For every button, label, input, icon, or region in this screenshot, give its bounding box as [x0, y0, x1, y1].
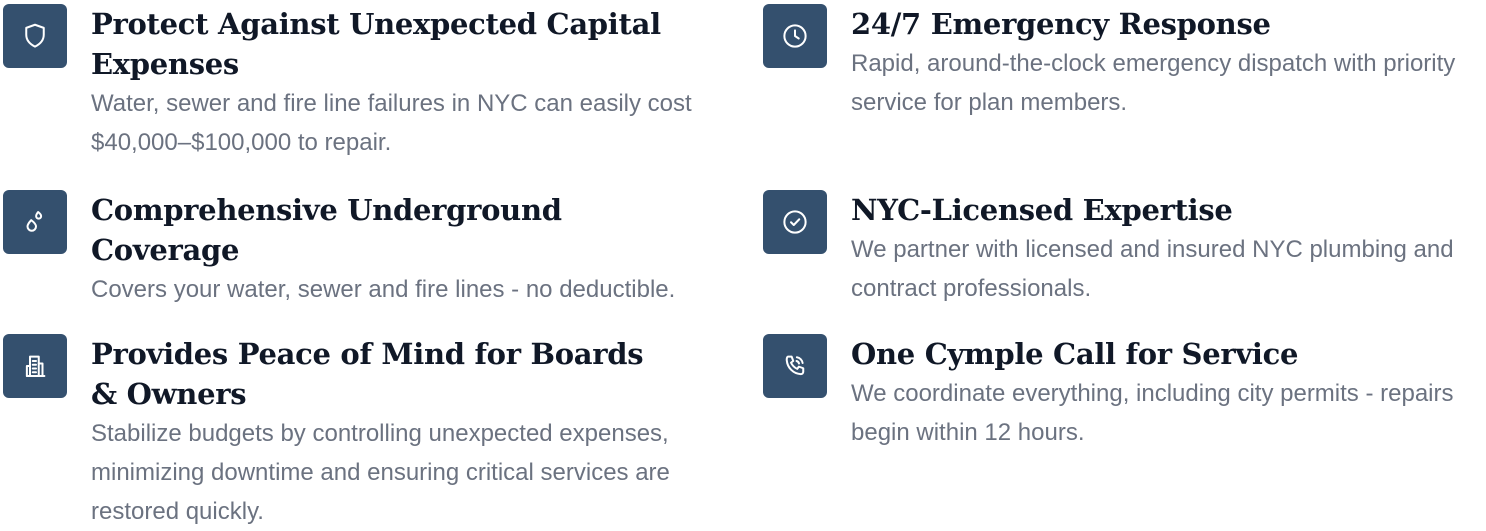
feature-title: NYC-Licensed Expertise: [851, 193, 1233, 227]
feature-peace-of-mind: Provides Peace of Mind for Boards & Owne…: [3, 334, 671, 531]
clock-icon: [763, 4, 827, 68]
feature-description: Stabilize budgets by controlling unexpec…: [91, 420, 670, 525]
feature-description: We coordinate everything, including city…: [851, 380, 1454, 446]
check-circle-icon: [763, 190, 827, 254]
feature-one-call-service: One Cymple Call for Service We coordinat…: [763, 334, 1466, 452]
feature-underground-coverage: Comprehensive Underground Coverage Cover…: [3, 190, 701, 309]
feature-title: One Cymple Call for Service: [851, 337, 1299, 371]
building-icon: [3, 334, 67, 398]
feature-description: Covers your water, sewer and fire lines …: [91, 276, 676, 303]
feature-title: Comprehensive Underground Coverage: [91, 193, 562, 267]
feature-emergency-response: 24/7 Emergency Response Rapid, around-th…: [763, 4, 1466, 122]
feature-licensed-expertise: NYC-Licensed Expertise We partner with l…: [763, 190, 1481, 308]
feature-description: Rapid, around-the-clock emergency dispat…: [851, 50, 1456, 116]
feature-title: Provides Peace of Mind for Boards & Owne…: [91, 337, 644, 411]
feature-title: 24/7 Emergency Response: [851, 7, 1271, 41]
phone-call-icon: [763, 334, 827, 398]
shield-icon: [3, 4, 67, 68]
feature-capital-expenses: Protect Against Unexpected Capital Expen…: [3, 4, 701, 162]
droplets-icon: [3, 190, 67, 254]
feature-title: Protect Against Unexpected Capital Expen…: [91, 7, 661, 81]
feature-description: Water, sewer and fire line failures in N…: [91, 90, 692, 156]
feature-description: We partner with licensed and insured NYC…: [851, 236, 1454, 302]
